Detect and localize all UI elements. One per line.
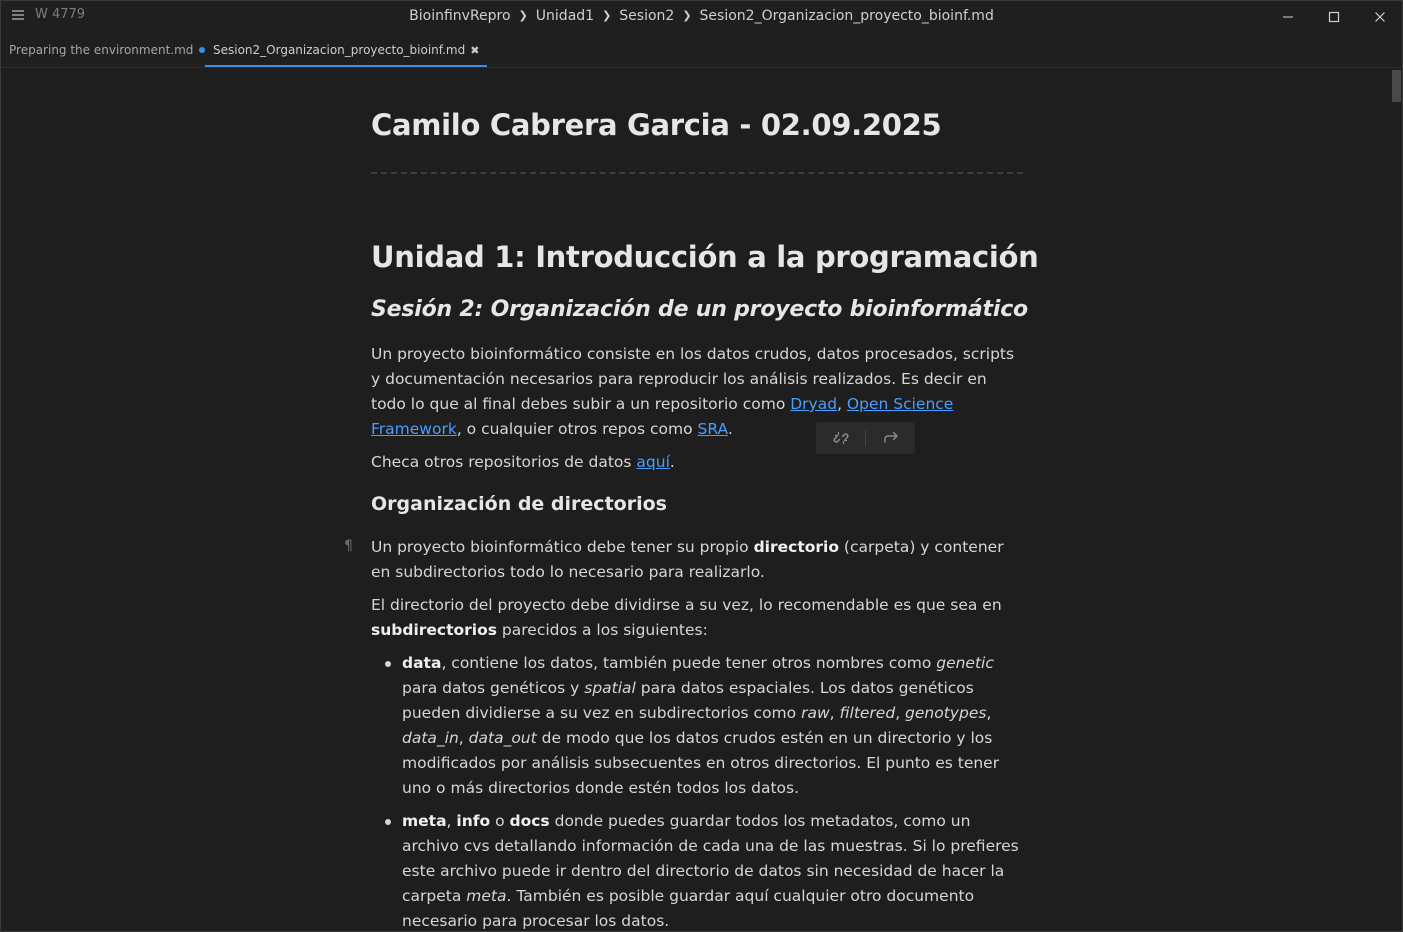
chevron-right-icon: ❯ — [518, 9, 528, 22]
minimize-button[interactable] — [1265, 1, 1311, 33]
open-link-button[interactable] — [866, 422, 915, 454]
breadcrumb-item[interactable]: Sesion2_Organizacion_proyecto_bioinf.md — [700, 8, 994, 24]
redirect-arrow-icon — [883, 431, 898, 443]
paragraph-subdirectorios: El directorio del proyecto debe dividirs… — [371, 596, 1002, 639]
unlink-button[interactable] — [816, 422, 865, 454]
chevron-right-icon: ❯ — [602, 9, 612, 22]
maximize-icon — [1328, 11, 1340, 23]
tab-bar: Preparing the environment.md Sesion2_Org… — [1, 33, 1402, 68]
heading-author-date: Camilo Cabrera Garcia - 02.09.2025 — [371, 108, 942, 142]
breadcrumb: BioinfinvRepro ❯ Unidad1 ❯ Sesion2 ❯ Sesion2_O… — [1, 8, 1402, 24]
link-dryad[interactable]: Dryad — [790, 395, 837, 413]
breadcrumb-item[interactable]: BioinfinvRepro — [409, 8, 510, 24]
breadcrumb-item[interactable]: Sesion2 — [619, 8, 674, 24]
paragraph-directorio: Un proyecto bioinformático debe tener su… — [371, 538, 1004, 581]
paragraph-intro: Un proyecto bioinformático consiste en l… — [371, 345, 1015, 438]
maximize-button[interactable] — [1311, 1, 1357, 33]
bullet-icon — [385, 661, 391, 667]
breadcrumb-item[interactable]: Unidad1 — [536, 8, 594, 24]
close-tab-icon[interactable]: ✖ — [470, 34, 479, 68]
paragraph-repos: Checa otros repositorios de datos aquí. — [371, 453, 675, 471]
close-window-button[interactable] — [1357, 1, 1402, 33]
chevron-right-icon: ❯ — [682, 9, 692, 22]
tab-label: Sesion2_Organizacion_proyecto_bioinf.md — [213, 43, 466, 57]
horizontal-rule — [371, 172, 1023, 174]
scrollbar-thumb[interactable] — [1392, 70, 1401, 102]
tab-label: Preparing the environment.md — [9, 43, 194, 57]
heading-unidad: Unidad 1: Introducción a la programación — [371, 240, 1039, 274]
editor-area[interactable]: Camilo Cabrera Garcia - 02.09.2025 Unida… — [1, 68, 1402, 931]
tab-preparing-environment[interactable]: Preparing the environment.md — [9, 33, 206, 67]
tab-sesion2[interactable]: Sesion2_Organizacion_proyecto_bioinf.md ✖ — [205, 33, 488, 68]
minimize-icon — [1283, 16, 1293, 18]
pilcrow-icon[interactable]: ¶ — [344, 538, 353, 554]
title-bar: W 4779 BioinfinvRepro ❯ Unidad1 ❯ Sesion2 ❯ Se… — [1, 1, 1402, 33]
heading-sesion: Sesión 2: Organización de un proyecto bi… — [371, 297, 1028, 322]
link-popover-toolbar — [816, 422, 915, 454]
link-sra[interactable]: SRA — [698, 420, 728, 438]
heading-organizacion: Organización de directorios — [371, 493, 667, 515]
unlink-icon — [833, 431, 848, 445]
close-icon — [1375, 12, 1385, 22]
app-window: W 4779 BioinfinvRepro ❯ Unidad1 ❯ Sesion2 ❯ Se… — [0, 0, 1403, 932]
bullet-icon — [385, 819, 391, 825]
list-item: meta, info o docs donde puedes guardar t… — [371, 809, 1023, 931]
link-aqui[interactable]: aquí — [636, 453, 669, 471]
list-item: data, contiene los datos, también puede … — [371, 651, 1023, 801]
vertical-scrollbar[interactable] — [1391, 68, 1402, 931]
subdirectory-list: data, contiene los datos, también puede … — [371, 651, 1023, 931]
